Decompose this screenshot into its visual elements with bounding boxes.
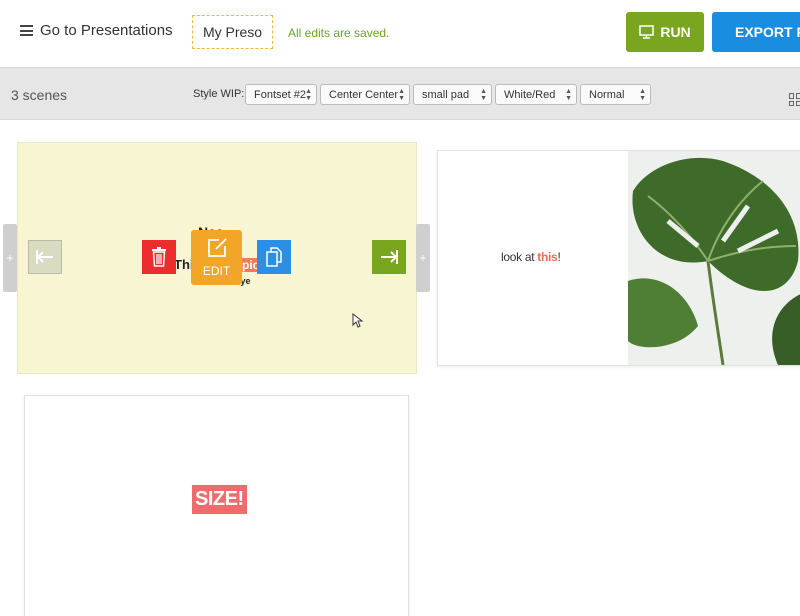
- select-arrows-icon: ▲ ▼: [639, 88, 646, 102]
- scene-card-2[interactable]: look at this!: [438, 151, 800, 365]
- add-scene-left-handle[interactable]: +: [3, 224, 17, 292]
- scene2-text: look at this!: [501, 250, 561, 264]
- edit-scene-button[interactable]: EDIT: [191, 230, 242, 285]
- trash-icon: [152, 247, 166, 267]
- presentation-title[interactable]: My Preso: [192, 15, 273, 49]
- color-scheme-value: White/Red: [504, 88, 556, 101]
- copy-icon: [266, 247, 282, 267]
- size-select[interactable]: Normal ▲ ▼: [580, 84, 651, 105]
- plus-icon: +: [6, 251, 14, 265]
- move-right-button[interactable]: [372, 240, 406, 274]
- export-pdf-button[interactable]: EXPORT PDF: [712, 12, 800, 52]
- style-label: Style WIP:: [193, 88, 245, 100]
- edit-icon: [207, 238, 227, 257]
- mouse-pointer-icon: [352, 313, 364, 328]
- select-arrows-icon: ▲ ▼: [398, 88, 405, 102]
- monstera-leaf-illustration: [628, 151, 800, 365]
- scene-card-3[interactable]: SIZE!: [25, 396, 408, 616]
- menu-icon: [20, 25, 33, 36]
- save-status: All edits are saved.: [288, 26, 390, 40]
- delete-scene-button[interactable]: [142, 240, 176, 274]
- scene3-badge: SIZE!: [192, 485, 247, 514]
- plus-icon: +: [419, 251, 427, 265]
- move-left-button[interactable]: [28, 240, 62, 274]
- scene2-text-suffix: !: [557, 250, 561, 264]
- alignment-value: Center Center: [329, 88, 399, 101]
- grid-view-icon[interactable]: [789, 93, 800, 106]
- monitor-icon: [639, 25, 655, 39]
- add-scene-right-handle[interactable]: +: [416, 224, 430, 292]
- fontset-select[interactable]: Fontset #2 ▲ ▼: [245, 84, 317, 105]
- run-button[interactable]: RUN: [626, 12, 704, 52]
- go-to-presentations-link[interactable]: Go to Presentations: [20, 22, 173, 39]
- scene-count: 3 scenes: [11, 87, 68, 103]
- fontset-value: Fontset #2: [254, 88, 306, 101]
- arrow-right-to-bar-icon: [381, 250, 398, 264]
- export-label: EXPORT PDF: [735, 24, 800, 40]
- select-arrows-icon: ▲ ▼: [305, 88, 312, 102]
- padding-value: small pad: [422, 88, 470, 101]
- back-link-label: Go to Presentations: [40, 22, 173, 39]
- alignment-select[interactable]: Center Center ▲ ▼: [320, 84, 410, 105]
- select-arrows-icon: ▲ ▼: [565, 88, 572, 102]
- duplicate-scene-button[interactable]: [257, 240, 291, 274]
- edit-label: EDIT: [202, 264, 231, 278]
- color-scheme-select[interactable]: White/Red ▲ ▼: [495, 84, 577, 105]
- arrow-left-to-bar-icon: [36, 250, 53, 264]
- run-label: RUN: [660, 24, 691, 40]
- padding-select[interactable]: small pad ▲ ▼: [413, 84, 492, 105]
- select-arrows-icon: ▲ ▼: [480, 88, 487, 102]
- scene2-text-prefix: look at: [501, 250, 538, 264]
- monstera-plant-image: [628, 151, 800, 365]
- style-toolbar: 3 scenes Style WIP: Fontset #2 ▲ ▼ Center…: [0, 67, 800, 120]
- size-value: Normal: [589, 88, 625, 101]
- top-bar: Go to Presentations My Preso All edits a…: [0, 0, 800, 67]
- scene2-text-accent: this: [537, 250, 558, 264]
